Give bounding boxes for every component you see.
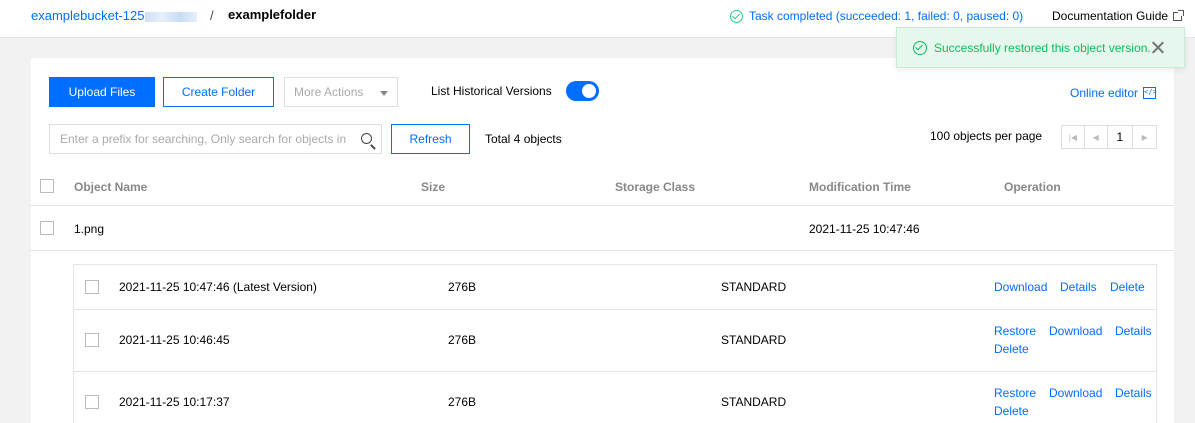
version-row: 2021-11-25 10:17:37 276B STANDARD Restor… — [74, 372, 1156, 423]
version-checkbox[interactable] — [85, 280, 99, 294]
toggle-knob — [582, 84, 596, 98]
more-actions-label: More Actions — [294, 85, 364, 99]
refresh-button[interactable]: Refresh — [391, 124, 470, 154]
version-name: 2021-11-25 10:47:46 (Latest Version) — [119, 280, 317, 294]
column-header-size: Size — [421, 180, 446, 194]
table-row: 1.png 2021-11-25 10:47:46 — [31, 206, 1174, 251]
column-header-storage-class: Storage Class — [615, 180, 696, 194]
select-all-checkbox[interactable] — [40, 179, 54, 193]
details-link[interactable]: Details — [1060, 280, 1097, 294]
external-link-icon — [1173, 9, 1185, 21]
objects-per-page-selector[interactable]: 100 objects per page — [930, 129, 1042, 143]
version-checkbox[interactable] — [85, 333, 99, 347]
pagination: |◀ ◀ 1 ▶ — [1061, 125, 1157, 149]
restore-link[interactable]: Restore — [994, 386, 1036, 400]
row-checkbox[interactable] — [40, 221, 54, 235]
online-editor-label[interactable]: Online editor — [1070, 86, 1138, 100]
task-status-text[interactable]: Task completed (succeeded: 1, failed: 0,… — [749, 9, 1023, 23]
object-name: 1.png — [74, 222, 105, 236]
total-objects-count: Total 4 objects — [485, 132, 562, 146]
historical-versions-label: List Historical Versions — [431, 84, 552, 98]
breadcrumb-current-folder: examplefolder — [228, 7, 317, 22]
check-circle-icon — [913, 40, 927, 55]
redacted-bucket-id — [145, 11, 198, 22]
next-page-icon[interactable]: ▶ — [1133, 126, 1156, 148]
version-checkbox[interactable] — [85, 395, 99, 409]
online-editor-link[interactable]: Online editor </> — [1070, 86, 1157, 100]
download-link[interactable]: Download — [1049, 386, 1102, 400]
details-link[interactable]: Details — [1115, 386, 1152, 400]
code-editor-icon: </> — [1143, 87, 1157, 99]
prev-page-icon[interactable]: ◀ — [1085, 126, 1108, 148]
left-margin — [0, 38, 10, 423]
breadcrumb-separator: / — [210, 8, 214, 23]
version-row: 2021-11-25 10:46:45 276B STANDARD Restor… — [74, 310, 1156, 372]
bucket-name[interactable]: examplebucket-125 — [31, 8, 144, 23]
more-actions-dropdown[interactable]: More Actions — [284, 77, 398, 107]
column-header-operation: Operation — [1004, 180, 1061, 194]
close-icon[interactable] — [1151, 41, 1164, 54]
column-header-modification-time: Modification Time — [809, 180, 911, 194]
restore-link[interactable]: Restore — [994, 324, 1036, 338]
search-icon[interactable] — [361, 133, 372, 144]
caret-down-icon — [380, 91, 388, 96]
current-page-input[interactable]: 1 — [1108, 126, 1134, 148]
version-name: 2021-11-25 10:17:37 — [119, 395, 230, 409]
documentation-guide-link[interactable]: Documentation Guide — [1052, 9, 1185, 23]
table-header: Object Name Size Storage Class Modificat… — [31, 168, 1174, 206]
task-status-link[interactable]: Task completed (succeeded: 1, failed: 0,… — [730, 9, 1023, 23]
success-toast: Successfully restored this object versio… — [896, 27, 1185, 68]
version-storage-class: STANDARD — [721, 333, 787, 347]
delete-link[interactable]: Delete — [994, 404, 1029, 418]
historical-versions-toggle[interactable] — [566, 81, 599, 101]
modification-time: 2021-11-25 10:47:46 — [809, 222, 920, 236]
column-header-name: Object Name — [74, 180, 148, 194]
search-box — [49, 124, 382, 154]
version-size: 276B — [448, 333, 477, 347]
toast-message: Successfully restored this object versio… — [934, 40, 1151, 55]
version-size: 276B — [448, 395, 477, 409]
object-list-panel: Upload Files Create Folder More Actions … — [31, 58, 1174, 423]
documentation-guide-label[interactable]: Documentation Guide — [1052, 9, 1168, 23]
historical-versions-list: 2021-11-25 10:47:46 (Latest Version) 276… — [73, 264, 1157, 423]
upload-files-button[interactable]: Upload Files — [49, 77, 155, 107]
delete-link[interactable]: Delete — [1110, 280, 1145, 294]
first-page-icon[interactable]: |◀ — [1062, 126, 1085, 148]
version-storage-class: STANDARD — [721, 280, 787, 294]
version-size: 276B — [448, 280, 477, 294]
delete-link[interactable]: Delete — [994, 342, 1029, 356]
check-circle-icon — [730, 9, 743, 23]
version-row: 2021-11-25 10:47:46 (Latest Version) 276… — [74, 265, 1156, 310]
version-name: 2021-11-25 10:46:45 — [119, 333, 230, 347]
create-folder-button[interactable]: Create Folder — [163, 77, 274, 107]
download-link[interactable]: Download — [994, 280, 1047, 294]
details-link[interactable]: Details — [1115, 324, 1152, 338]
search-input[interactable] — [50, 126, 350, 152]
breadcrumb-bucket-link[interactable]: examplebucket-125 — [31, 8, 198, 23]
download-link[interactable]: Download — [1049, 324, 1102, 338]
version-storage-class: STANDARD — [721, 395, 787, 409]
